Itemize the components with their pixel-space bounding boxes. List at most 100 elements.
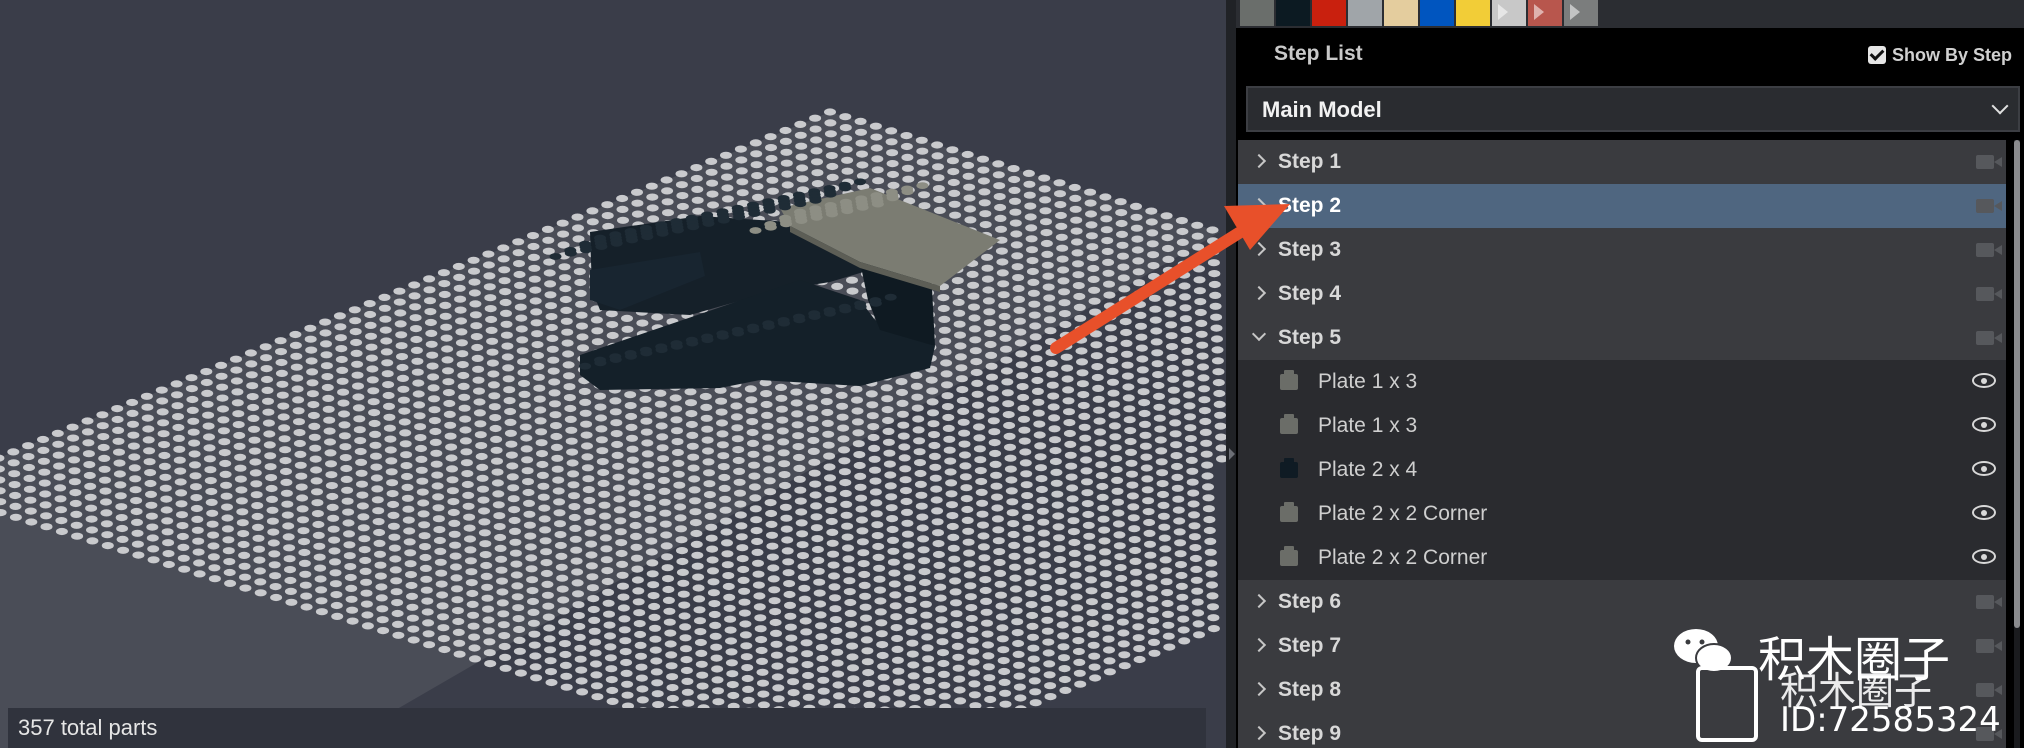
stud xyxy=(741,664,754,672)
camera-icon[interactable] xyxy=(1976,199,2002,213)
panel-divider[interactable] xyxy=(1226,0,1236,748)
stud xyxy=(282,533,295,541)
stud xyxy=(1126,492,1139,500)
step-row[interactable]: Step 4 xyxy=(1238,272,2006,316)
stud xyxy=(824,119,837,127)
step-row[interactable]: Step 6 xyxy=(1238,580,2006,624)
stud xyxy=(852,429,865,437)
eye-icon[interactable] xyxy=(1972,505,1996,520)
stud xyxy=(234,464,247,472)
stud xyxy=(767,575,780,583)
chevron-right-icon[interactable] xyxy=(1251,197,1267,213)
stud xyxy=(1072,626,1084,634)
stud xyxy=(649,624,661,632)
stud xyxy=(840,145,853,153)
stud xyxy=(920,611,933,619)
swatch-black[interactable] xyxy=(1276,0,1312,26)
chevron-right-icon[interactable] xyxy=(1251,637,1267,653)
stud xyxy=(955,375,968,383)
stud xyxy=(963,183,976,191)
stud xyxy=(1182,380,1195,388)
stud xyxy=(1142,497,1155,505)
stud xyxy=(147,556,160,564)
stud xyxy=(1060,342,1073,350)
stud xyxy=(1002,400,1015,408)
eye-icon[interactable] xyxy=(1972,549,1996,564)
stud xyxy=(525,554,538,562)
swatch-light-bluish-gray[interactable] xyxy=(1348,0,1384,26)
camera-icon[interactable] xyxy=(1976,331,2002,345)
stud xyxy=(687,453,700,461)
stud xyxy=(351,360,364,368)
swatch-tan[interactable] xyxy=(1384,0,1420,26)
show-by-step-toggle[interactable]: Show By Step xyxy=(1867,44,2012,66)
camera-icon[interactable] xyxy=(1976,155,2002,169)
baseplate-render[interactable] xyxy=(0,0,1226,748)
chevron-down-icon[interactable] xyxy=(1251,326,1267,342)
stud xyxy=(1009,219,1022,227)
stud xyxy=(274,337,287,345)
collapse-arrow-icon[interactable] xyxy=(1229,448,1235,460)
part-row[interactable]: Plate 2 x 4 xyxy=(1238,448,2006,492)
camera-icon[interactable] xyxy=(1976,243,2002,257)
eye-icon[interactable] xyxy=(1972,461,1996,476)
stud xyxy=(1208,280,1221,289)
stud xyxy=(1103,280,1115,288)
swatch-red[interactable] xyxy=(1312,0,1348,26)
swatch-dark-gray-trans[interactable] xyxy=(1564,0,1600,26)
eye-icon[interactable] xyxy=(1972,417,1996,432)
stud xyxy=(1123,405,1136,413)
stud xyxy=(1079,445,1092,453)
stud xyxy=(823,463,836,471)
stud xyxy=(717,463,730,471)
chevron-right-icon[interactable] xyxy=(1251,681,1267,697)
stud xyxy=(425,329,438,337)
stud xyxy=(427,373,440,381)
stud xyxy=(496,577,508,585)
step-row[interactable]: Step 5 xyxy=(1238,316,2006,360)
model-dropdown[interactable]: Main Model xyxy=(1246,86,2020,132)
swatch-dark-bluish-gray[interactable] xyxy=(1240,0,1276,26)
stud xyxy=(516,347,529,355)
stud xyxy=(1159,556,1172,564)
chevron-right-icon[interactable] xyxy=(1251,593,1267,609)
swatch-trans-red[interactable] xyxy=(1528,0,1564,26)
camera-icon[interactable] xyxy=(1976,595,2002,609)
stud xyxy=(239,573,251,581)
chevron-right-icon[interactable] xyxy=(1251,725,1267,741)
stud xyxy=(1163,288,1176,296)
stud xyxy=(1065,462,1078,470)
stud xyxy=(1110,465,1123,474)
scroll-thumb[interactable] xyxy=(2014,140,2020,628)
stud xyxy=(1009,197,1021,205)
stud xyxy=(680,666,693,675)
step-row[interactable]: Step 1 xyxy=(1238,140,2006,184)
swatch-yellow[interactable] xyxy=(1456,0,1492,26)
stud xyxy=(1000,345,1012,353)
stud xyxy=(928,441,941,450)
stud xyxy=(1016,383,1029,391)
chevron-right-icon[interactable] xyxy=(1251,285,1267,301)
3d-viewport[interactable]: 357 total parts xyxy=(0,0,1226,748)
stud xyxy=(482,250,495,258)
chevron-right-icon[interactable] xyxy=(1251,241,1267,257)
part-row[interactable]: Plate 2 x 2 Corner xyxy=(1238,536,2006,580)
stud xyxy=(401,472,413,481)
eye-icon[interactable] xyxy=(1972,373,1996,388)
part-row[interactable]: Plate 1 x 3 xyxy=(1238,404,2006,448)
swatch-trans-clear[interactable] xyxy=(1492,0,1528,26)
part-row[interactable]: Plate 2 x 2 Corner xyxy=(1238,492,2006,536)
stud xyxy=(785,645,798,653)
step-row[interactable]: Step 2 xyxy=(1238,184,2006,228)
stud xyxy=(868,455,881,463)
chevron-right-icon[interactable] xyxy=(1251,153,1267,169)
stud xyxy=(1036,507,1049,515)
swatch-blue[interactable] xyxy=(1420,0,1456,26)
stud xyxy=(731,424,744,432)
stud xyxy=(963,560,976,568)
step-row[interactable]: Step 3 xyxy=(1238,228,2006,272)
stud xyxy=(509,538,522,546)
camera-icon[interactable] xyxy=(1976,287,2002,301)
part-row[interactable]: Plate 1 x 3 xyxy=(1238,360,2006,404)
show-by-step-checkbox[interactable] xyxy=(1867,46,1886,64)
